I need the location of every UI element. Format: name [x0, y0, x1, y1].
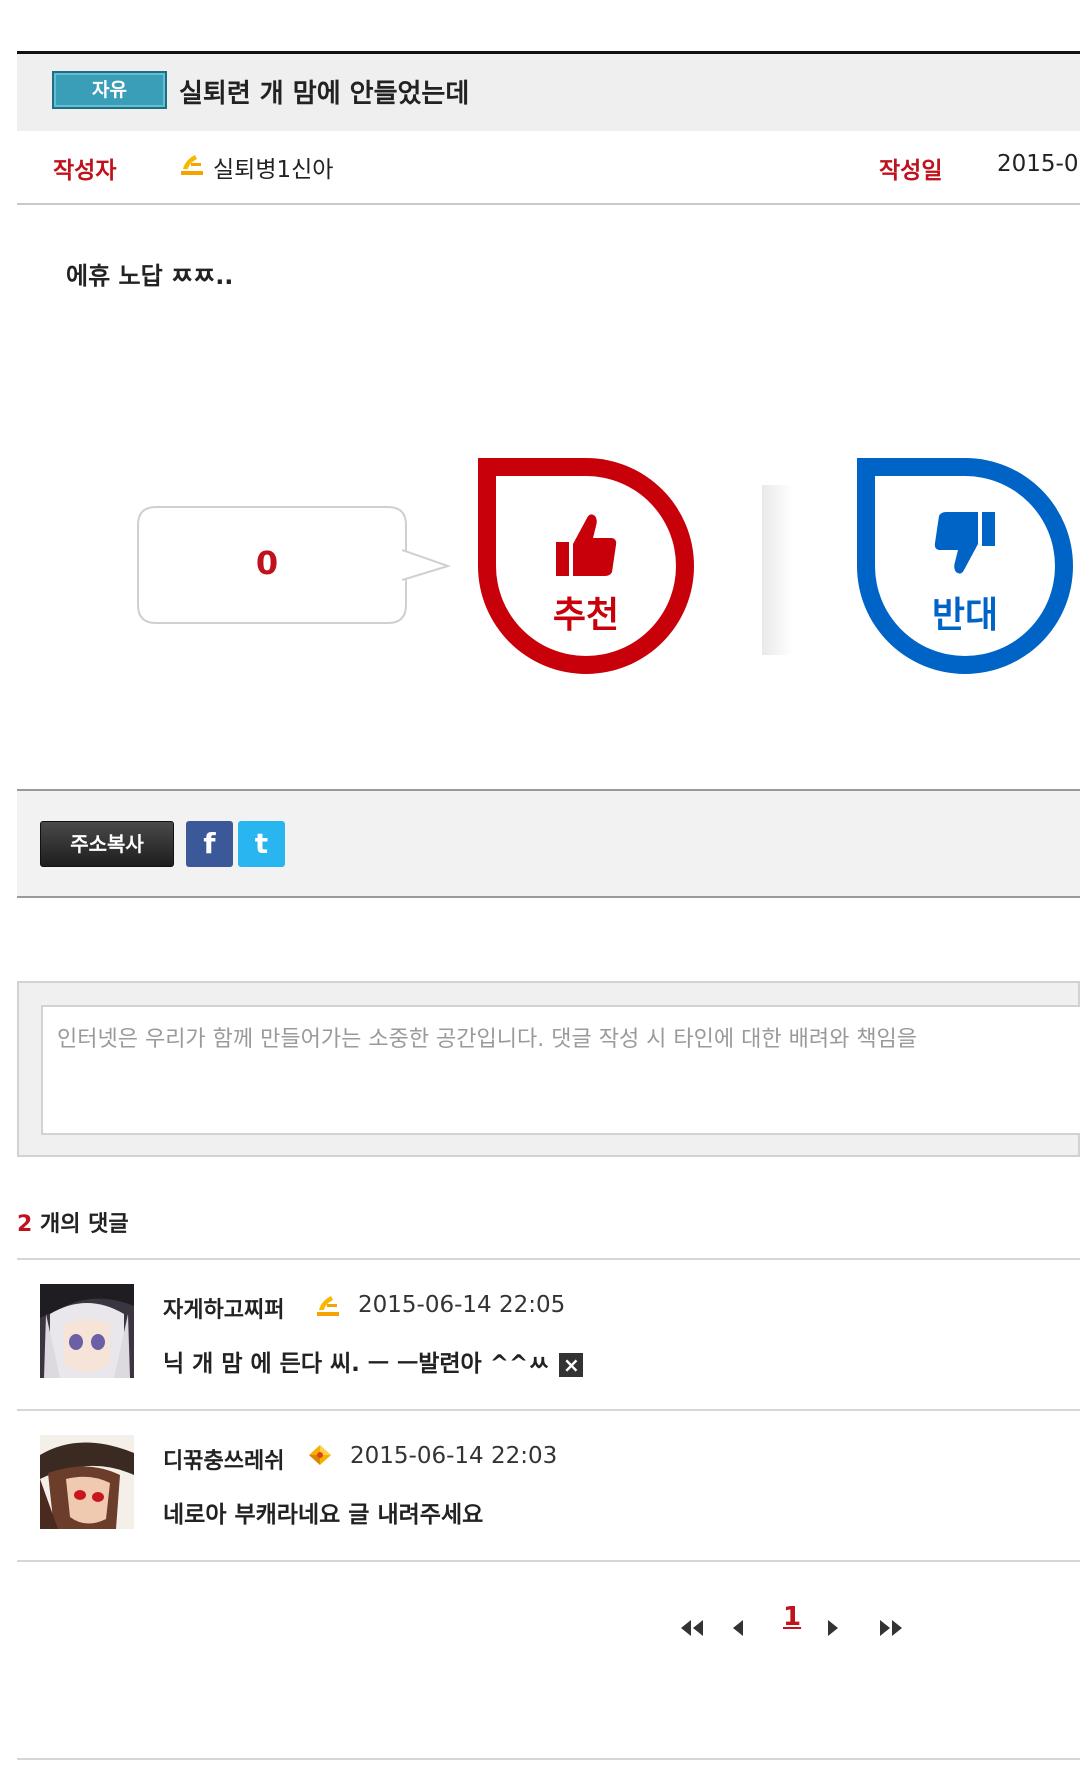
delete-comment-icon[interactable]: × [559, 1352, 584, 1377]
comment-text: 닉 개 맘 에 든다 씨. ㅡ ㅡ발련아 ^^ㅆ × [163, 1344, 584, 1378]
post-body: 에휴 노답 ㅉㅉ.. [66, 262, 234, 290]
comment-date: 2015-06-14 22:05 [358, 1292, 566, 1318]
comment-text-content: 네로아 부캐라네요 글 내려주세요 [163, 1502, 484, 1528]
comment-author[interactable]: 자게하고찌퍼 [163, 1292, 284, 1324]
recommend-button[interactable]: 추천 [478, 458, 694, 674]
avatar-image [40, 1435, 134, 1529]
avatar[interactable] [40, 1284, 134, 1378]
comment-date: 2015-06-14 22:03 [350, 1443, 558, 1469]
comment-text-content: 닉 개 맘 에 든다 씨. ㅡ ㅡ발련아 ^^ㅆ [163, 1351, 550, 1377]
oppose-button[interactable]: 반대 [857, 458, 1073, 674]
comment-count: 2 개의 댓글 [17, 1206, 129, 1238]
author-label: 작성자 [53, 158, 117, 184]
comment-text: 네로아 부캐라네요 글 내려주세요 [163, 1495, 483, 1529]
vote-divider [762, 485, 792, 655]
last-page-icon[interactable] [878, 1610, 906, 1646]
post-view-page: 자유 실퇴련 개 맘에 안들었는데 작성자 실퇴병1신아 작성일 2015-06… [0, 0, 1080, 1788]
level-gem-icon [309, 1445, 331, 1465]
share-bar: 주소복사 f t [17, 789, 1080, 898]
avatar-image [40, 1284, 134, 1378]
prev-page-icon[interactable] [729, 1610, 745, 1646]
first-page-icon[interactable] [677, 1610, 705, 1646]
oppose-label: 반대 [931, 595, 999, 636]
page-1[interactable]: 1 [783, 1602, 801, 1632]
category-badge[interactable]: 자유 [52, 71, 167, 109]
comment-input[interactable] [41, 1005, 1080, 1135]
next-page-icon[interactable] [826, 1610, 842, 1646]
post-title: 실퇴련 개 맘에 안들었는데 [179, 79, 470, 109]
date-label: 작성일 [879, 158, 943, 184]
comment-author[interactable]: 디꾺충쓰레쉬 [163, 1443, 284, 1475]
comment-count-suffix: 개의 댓글 [39, 1212, 129, 1237]
comment-input-area [17, 981, 1080, 1157]
twitter-icon: t [254, 827, 269, 860]
recommend-label: 추천 [552, 595, 620, 636]
bubble-tail [402, 549, 452, 581]
post-meta-bar: 작성자 실퇴병1신아 작성일 2015-06 [17, 131, 1080, 205]
level-yellow-icon [181, 155, 203, 175]
post-title-bar: 자유 실퇴련 개 맘에 안들었는데 [17, 51, 1080, 133]
avatar[interactable] [40, 1435, 134, 1529]
comment-list: 자게하고찌퍼 2015-06-14 22:05 닉 개 맘 에 든다 씨. ㅡ … [17, 1258, 1080, 1562]
comment-count-number: 2 [17, 1212, 33, 1237]
vote-count: 0 [255, 544, 279, 582]
author-name[interactable]: 실퇴병1신아 [213, 150, 333, 184]
comment-item: 자게하고찌퍼 2015-06-14 22:05 닉 개 맘 에 든다 씨. ㅡ … [17, 1260, 1080, 1411]
twitter-share-button[interactable]: t [238, 821, 285, 867]
level-yellow-icon [317, 1296, 339, 1316]
thumbs-up-icon [556, 514, 617, 576]
facebook-share-button[interactable]: f [186, 821, 233, 867]
bottom-divider [17, 1758, 1080, 1760]
copy-url-button[interactable]: 주소복사 [40, 821, 174, 867]
facebook-icon: f [203, 827, 216, 860]
post-date: 2015-06 [997, 151, 1080, 177]
thumbs-down-icon [934, 512, 995, 574]
comment-item: 디꾺충쓰레쉬 2015-06-14 22:03 네로아 부캐라네요 글 내려주세… [17, 1411, 1080, 1562]
